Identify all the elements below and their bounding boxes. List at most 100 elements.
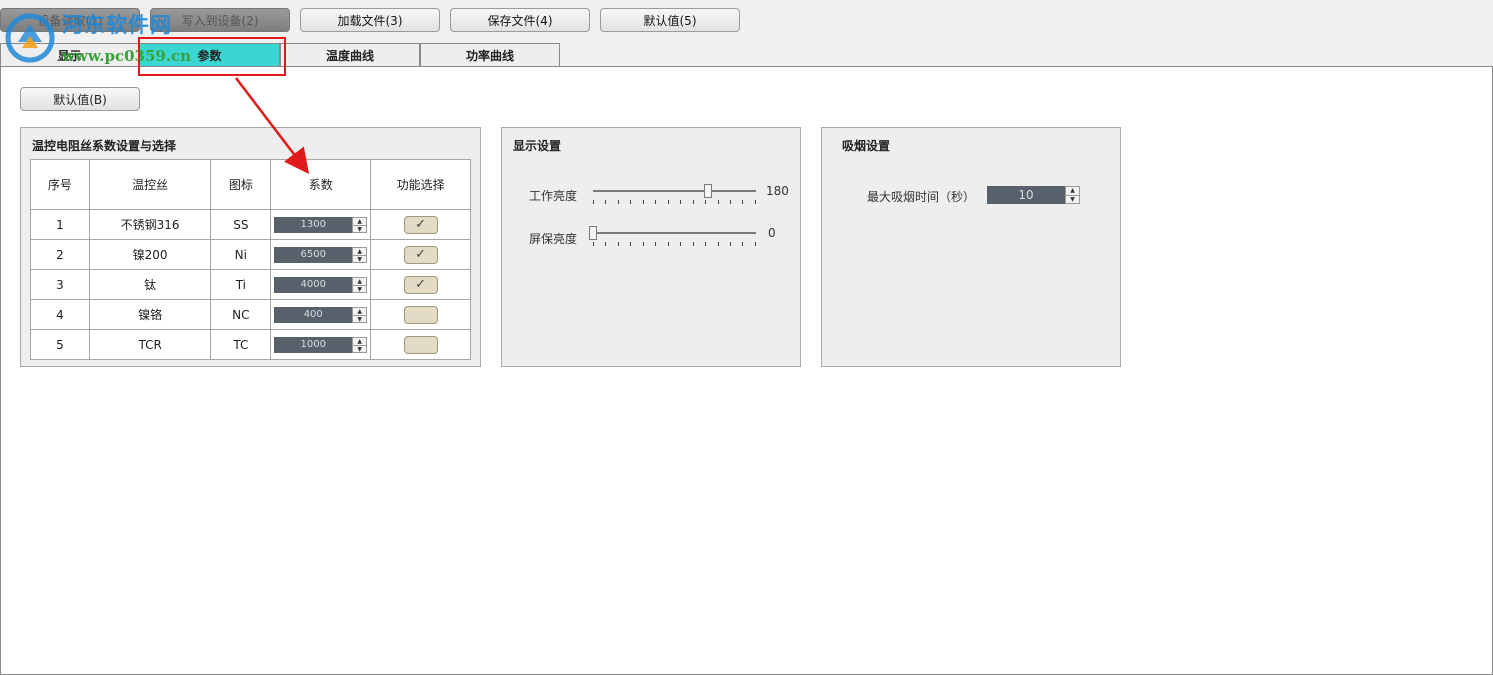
table-row: 1 不锈钢316 SS 1300 ▲ ▼ ✓	[30, 209, 471, 240]
row-icon: NC	[210, 299, 272, 330]
panel-default-button[interactable]: 默认值(B)	[20, 87, 140, 111]
load-file-button[interactable]: 加载文件(3)	[300, 8, 440, 32]
row-coef-cell: 4000 ▲ ▼	[270, 269, 372, 300]
function-checkbox[interactable]	[403, 335, 438, 354]
coef-value[interactable]: 4000	[274, 276, 353, 293]
write-device-button[interactable]: 写入到设备(2)	[150, 8, 290, 32]
function-checkbox[interactable]	[403, 305, 438, 324]
row-index: 3	[30, 269, 90, 300]
max-smoke-time-value[interactable]: 10	[987, 186, 1065, 204]
read-device-button[interactable]: 设备读取(1)	[0, 8, 140, 32]
spin-arrows[interactable]: ▲ ▼	[352, 306, 368, 323]
spin-down-icon[interactable]: ▼	[353, 254, 367, 263]
spin-up-icon[interactable]: ▲	[353, 248, 366, 255]
spin-up-icon[interactable]: ▲	[353, 308, 366, 315]
spin-down-icon[interactable]: ▼	[353, 344, 367, 353]
coef-spinbox[interactable]: 400 ▲ ▼	[274, 306, 368, 323]
defaults-button[interactable]: 默认值(5)	[600, 8, 740, 32]
coef-spinbox[interactable]: 6500 ▲ ▼	[274, 246, 368, 263]
spin-arrows[interactable]: ▲ ▼	[352, 276, 368, 293]
row-wire: 镍铬	[88, 299, 212, 330]
row-wire: 钛	[88, 269, 212, 300]
table-row: 5 TCR TC 1000 ▲ ▼	[30, 329, 471, 360]
tab-params[interactable]: 参数	[139, 43, 280, 67]
table-row: 4 镍铬 NC 400 ▲ ▼	[30, 299, 471, 330]
coef-value[interactable]: 6500	[274, 246, 353, 263]
screensaver-brightness-slider[interactable]	[589, 224, 756, 248]
row-select-cell: ✓	[370, 209, 471, 240]
col-wire-header: 温控丝	[88, 159, 212, 210]
work-brightness-label: 工作亮度	[529, 189, 578, 203]
coef-spinbox[interactable]: 1000 ▲ ▼	[274, 336, 368, 353]
col-select-header: 功能选择	[370, 159, 471, 210]
checkmark-icon: ✓	[415, 216, 427, 232]
screensaver-brightness-value: 0	[768, 226, 776, 240]
spin-down-icon[interactable]: ▼	[1066, 194, 1079, 204]
row-coef-cell: 6500 ▲ ▼	[270, 239, 372, 270]
slider-ticks	[593, 242, 756, 247]
row-select-cell	[370, 299, 471, 330]
display-group: 显示设置 工作亮度 180 屏保亮度 0	[501, 127, 801, 367]
coef-value[interactable]: 1300	[274, 216, 353, 233]
table-row: 2 镍200 Ni 6500 ▲ ▼ ✓	[30, 239, 471, 270]
row-wire: 镍200	[88, 239, 212, 270]
row-index: 5	[30, 329, 90, 360]
coef-spinbox[interactable]: 1300 ▲ ▼	[274, 216, 368, 233]
row-wire: 不锈钢316	[88, 209, 212, 240]
coef-group: 温控电阻丝系数设置与选择 序号 温控丝 图标 系数 功能选择 1 不锈钢316	[20, 127, 481, 367]
slider-ticks	[593, 200, 756, 205]
col-index-header: 序号	[30, 159, 90, 210]
spin-up-icon[interactable]: ▲	[353, 278, 366, 285]
row-coef-cell: 400 ▲ ▼	[270, 299, 372, 330]
spin-arrows[interactable]: ▲ ▼	[352, 246, 368, 263]
spin-arrows[interactable]: ▲ ▼	[352, 216, 368, 233]
slider-track	[593, 232, 756, 234]
row-index: 1	[30, 209, 90, 240]
slider-thumb[interactable]	[704, 184, 713, 198]
spin-up-icon[interactable]: ▲	[1066, 187, 1079, 195]
work-brightness-slider[interactable]	[593, 182, 756, 206]
max-smoke-time-label: 最大吸烟时间（秒）	[867, 190, 976, 204]
tab-power-curve[interactable]: 功率曲线	[420, 43, 560, 67]
work-brightness-value: 180	[766, 184, 789, 198]
app-window: 设备读取(1) 写入到设备(2) 加载文件(3) 保存文件(4) 默认值(5) …	[0, 0, 1493, 675]
max-smoke-time-spinbox[interactable]: 10 ▲ ▼	[987, 186, 1080, 204]
save-file-button[interactable]: 保存文件(4)	[450, 8, 590, 32]
row-select-cell	[370, 329, 471, 360]
row-select-cell: ✓	[370, 239, 471, 270]
coef-value[interactable]: 400	[274, 306, 353, 323]
row-select-cell: ✓	[370, 269, 471, 300]
coef-table: 序号 温控丝 图标 系数 功能选择 1 不锈钢316 SS 1300 ▲ ▼ ✓…	[30, 159, 471, 360]
spin-up-icon[interactable]: ▲	[353, 218, 366, 225]
spin-up-icon[interactable]: ▲	[353, 338, 366, 345]
spin-arrows[interactable]: ▲ ▼	[1065, 186, 1080, 204]
smoke-group-title: 吸烟设置	[842, 139, 891, 153]
spin-down-icon[interactable]: ▼	[353, 314, 367, 323]
row-coef-cell: 1300 ▲ ▼	[270, 209, 372, 240]
tab-display[interactable]: 显示	[0, 43, 139, 67]
coef-group-title: 温控电阻丝系数设置与选择	[32, 139, 177, 153]
row-icon: Ti	[210, 269, 272, 300]
table-row: 3 钛 Ti 4000 ▲ ▼ ✓	[30, 269, 471, 300]
slider-thumb[interactable]	[589, 226, 597, 240]
function-checkbox[interactable]: ✓	[403, 215, 438, 234]
smoke-group: 吸烟设置 最大吸烟时间（秒） 10 ▲ ▼	[821, 127, 1121, 367]
row-index: 4	[30, 299, 90, 330]
row-index: 2	[30, 239, 90, 270]
function-checkbox[interactable]: ✓	[403, 245, 438, 264]
coef-value[interactable]: 1000	[274, 336, 353, 353]
coef-spinbox[interactable]: 4000 ▲ ▼	[274, 276, 368, 293]
row-coef-cell: 1000 ▲ ▼	[270, 329, 372, 360]
row-icon: SS	[210, 209, 272, 240]
row-wire: TCR	[88, 329, 212, 360]
col-coef-header: 系数	[270, 159, 372, 210]
spin-arrows[interactable]: ▲ ▼	[352, 336, 368, 353]
row-icon: Ni	[210, 239, 272, 270]
function-checkbox[interactable]: ✓	[403, 275, 438, 294]
display-group-title: 显示设置	[513, 139, 562, 153]
spin-down-icon[interactable]: ▼	[353, 224, 367, 233]
spin-down-icon[interactable]: ▼	[353, 284, 367, 293]
tab-temp-curve[interactable]: 温度曲线	[280, 43, 420, 67]
params-panel: 默认值(B) 温控电阻丝系数设置与选择 序号 温控丝 图标 系数 功能选择 1	[0, 66, 1493, 675]
slider-track	[593, 190, 756, 192]
